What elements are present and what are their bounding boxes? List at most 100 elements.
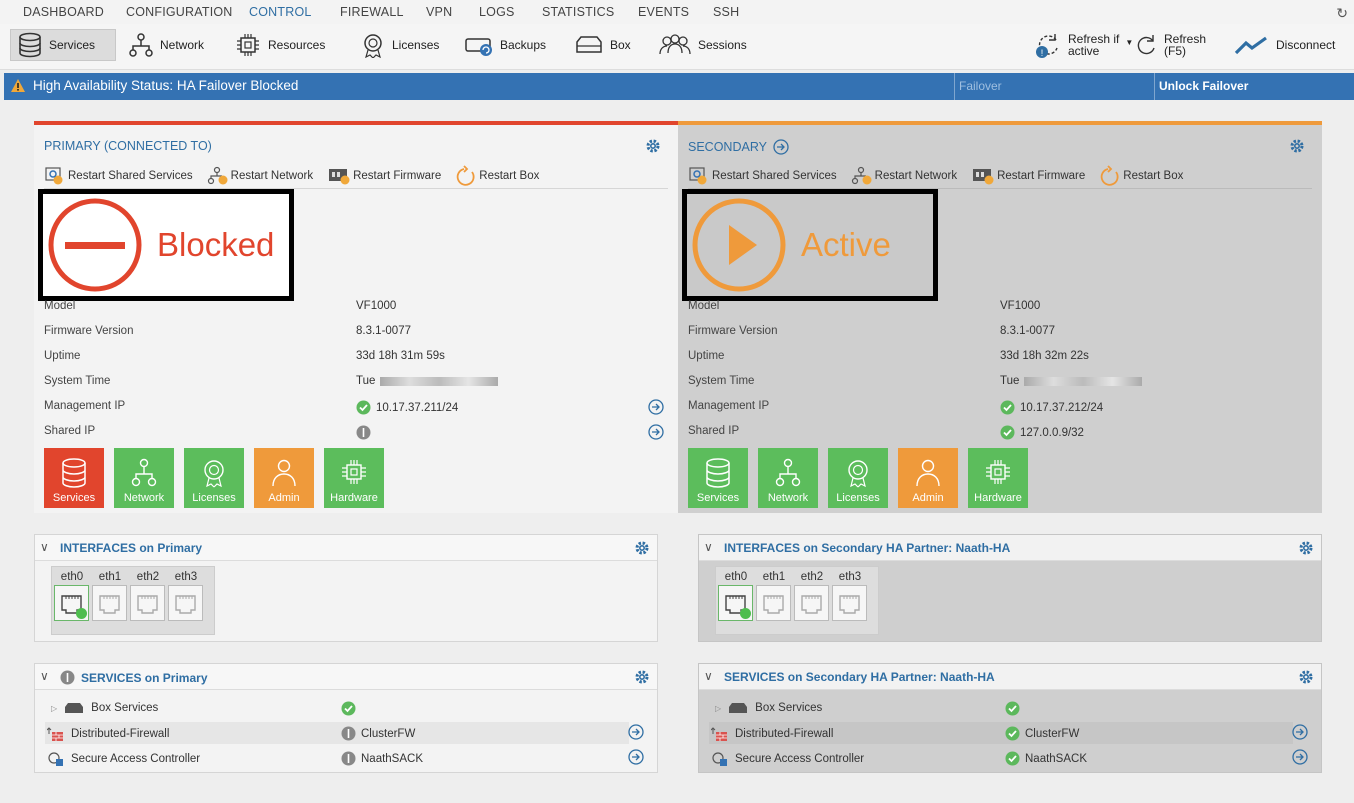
firmware-icon — [329, 169, 350, 185]
toolbar: Services Network Resources Licenses Back… — [0, 24, 1354, 70]
tab-statistics[interactable]: STATISTICS — [542, 5, 614, 19]
refresh-if-active-button[interactable]: ! Refresh if active ▼ — [1028, 29, 1139, 61]
restart-icon — [1101, 165, 1119, 186]
gear-icon[interactable] — [633, 539, 651, 557]
admin-user-icon — [916, 459, 940, 487]
port-eth3[interactable]: eth3 — [832, 571, 868, 621]
gear-icon[interactable] — [633, 668, 651, 686]
restart-box-button[interactable]: Restart Box — [455, 165, 539, 187]
gear-icon[interactable] — [1297, 539, 1315, 557]
services-button[interactable]: Services — [10, 29, 116, 61]
ethernet-port-icon — [175, 595, 196, 614]
tile-services[interactable]: Services — [44, 448, 104, 508]
service-row-distributed-firewall[interactable]: Distributed-Firewall ClusterFW — [45, 722, 629, 744]
tile-network[interactable]: Network — [114, 448, 174, 508]
service-row-box-services[interactable]: ▷ Box Services — [709, 697, 1311, 719]
tab-ssh[interactable]: SSH — [713, 5, 739, 19]
collapse-chevron-icon[interactable]: ∨ — [704, 540, 713, 554]
info-icon — [356, 425, 371, 440]
management-ip-row: Management IP 10.17.37.211/24 — [44, 398, 664, 418]
port-eth2[interactable]: eth2 — [130, 571, 166, 621]
tab-events[interactable]: EVENTS — [638, 5, 689, 19]
redacted-value — [380, 376, 499, 386]
ok-check-icon — [1005, 726, 1020, 741]
restart-shared-services-button[interactable]: Restart Shared Services — [44, 166, 193, 186]
tile-admin[interactable]: Admin — [254, 448, 314, 508]
resources-button[interactable]: Resources — [228, 29, 331, 61]
restart-firmware-button[interactable]: Restart Firmware — [971, 166, 1085, 186]
port-eth1[interactable]: eth1 — [92, 571, 128, 621]
service-row-secure-access-controller[interactable]: Secure Access Controller NaathSACK — [45, 747, 629, 769]
link-up-indicator — [740, 608, 751, 619]
state-indicator-blocked: Blocked — [38, 189, 294, 301]
arrow-right-circle-icon[interactable] — [648, 399, 664, 415]
collapse-chevron-icon[interactable]: ∨ — [40, 540, 49, 554]
network-icon — [131, 458, 157, 487]
restart-box-button[interactable]: Restart Box — [1099, 165, 1183, 187]
box-icon — [65, 703, 84, 713]
firewall-icon — [711, 727, 727, 741]
restart-shared-services-button[interactable]: Restart Shared Services — [688, 166, 837, 186]
box-icon — [576, 36, 602, 53]
ha-status-bar: High Availability Status: HA Failover Bl… — [4, 73, 1354, 100]
refresh-button[interactable]: Refresh (F5) — [1128, 29, 1212, 61]
restart-network-button[interactable]: Restart Network — [851, 166, 957, 186]
tile-services[interactable]: Services — [688, 448, 748, 508]
disconnect-button[interactable]: Disconnect — [1228, 29, 1341, 61]
tile-licenses[interactable]: Licenses — [828, 448, 888, 508]
system-time-row: System Time Tue — [44, 373, 664, 393]
network-button[interactable]: Network — [122, 29, 210, 61]
box-button[interactable]: Box — [568, 29, 637, 61]
port-eth0[interactable]: eth0 — [54, 571, 90, 621]
firmware-row: Firmware Version 8.3.1-0077 — [44, 325, 411, 337]
arrow-right-circle-icon[interactable] — [1292, 724, 1308, 740]
tab-logs[interactable]: LOGS — [479, 5, 515, 19]
port-eth1[interactable]: eth1 — [756, 571, 792, 621]
ethernet-port-icon — [99, 595, 120, 614]
port-eth2[interactable]: eth2 — [794, 571, 830, 621]
restart-network-button[interactable]: Restart Network — [207, 166, 313, 186]
sessions-button[interactable]: Sessions — [652, 29, 753, 61]
tile-admin[interactable]: Admin — [898, 448, 958, 508]
arrow-right-circle-icon[interactable] — [628, 724, 644, 740]
arrow-right-circle-icon[interactable] — [628, 749, 644, 765]
arrow-right-circle-icon[interactable] — [1292, 749, 1308, 765]
secondary-actions: Restart Shared Services Restart Network … — [688, 164, 1312, 189]
tab-firewall[interactable]: FIREWALL — [340, 5, 404, 19]
firewall-icon — [47, 727, 63, 741]
tab-vpn[interactable]: VPN — [426, 5, 452, 19]
tile-network[interactable]: Network — [758, 448, 818, 508]
reload-icon[interactable]: ↻ — [1336, 5, 1348, 22]
gear-icon[interactable] — [644, 137, 662, 155]
primary-title: PRIMARY (CONNECTED TO) — [44, 139, 212, 153]
gear-icon[interactable] — [1297, 668, 1315, 686]
arrow-right-circle-icon[interactable] — [773, 139, 789, 155]
gear-icon[interactable] — [1288, 137, 1306, 155]
tile-hardware[interactable]: Hardware — [324, 448, 384, 508]
shared-ip-row: Shared IP 127.0.0.9/32 — [688, 425, 1084, 440]
tab-configuration[interactable]: CONFIGURATION — [126, 5, 233, 19]
service-row-distributed-firewall[interactable]: Distributed-Firewall ClusterFW — [709, 722, 1293, 744]
tab-dashboard[interactable]: DASHBOARD — [23, 5, 104, 19]
tile-licenses[interactable]: Licenses — [184, 448, 244, 508]
backups-button[interactable]: Backups — [458, 29, 552, 61]
collapse-chevron-icon[interactable]: ∨ — [704, 669, 713, 683]
model-row: Model VF1000 — [44, 300, 397, 312]
link-up-indicator — [76, 608, 87, 619]
port-eth0[interactable]: eth0 — [718, 571, 754, 621]
services-secondary-title: SERVICES on Secondary HA Partner: Naath-… — [724, 670, 995, 684]
service-row-box-services[interactable]: ▷ Box Services — [45, 697, 647, 719]
collapse-chevron-icon[interactable]: ∨ — [40, 669, 49, 683]
port-eth3[interactable]: eth3 — [168, 571, 204, 621]
arrow-right-circle-icon[interactable] — [648, 424, 664, 440]
ok-check-icon — [1005, 701, 1020, 716]
licenses-button[interactable]: Licenses — [354, 29, 445, 61]
expand-triangle-icon[interactable]: ▷ — [715, 704, 721, 713]
service-row-secure-access-controller[interactable]: Secure Access Controller NaathSACK — [709, 747, 1293, 769]
failover-button[interactable]: Failover — [954, 73, 1154, 100]
restart-firmware-button[interactable]: Restart Firmware — [327, 166, 441, 186]
unlock-failover-button[interactable]: Unlock Failover — [1154, 73, 1354, 100]
expand-triangle-icon[interactable]: ▷ — [51, 704, 57, 713]
tab-control[interactable]: CONTROL — [249, 5, 312, 19]
tile-hardware[interactable]: Hardware — [968, 448, 1028, 508]
